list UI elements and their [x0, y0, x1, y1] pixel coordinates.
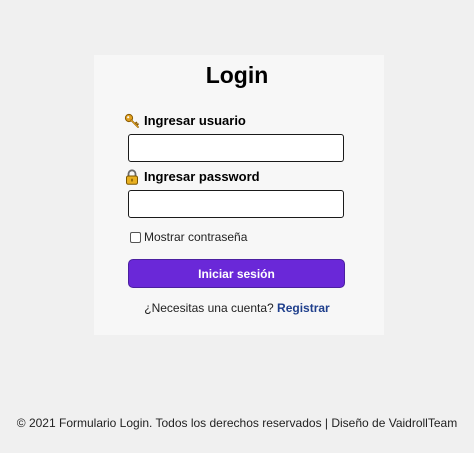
show-password-label: Mostrar contraseña — [144, 230, 248, 244]
username-label-text: Ingresar usuario — [144, 113, 246, 128]
register-row: ¿Necesitas una cuenta? Registrar — [0, 300, 474, 316]
login-button[interactable]: Iniciar sesión — [128, 259, 345, 288]
username-label: Ingresar usuario — [124, 112, 246, 130]
password-label: Ingresar password — [124, 168, 260, 186]
page-title: Login — [205, 62, 269, 88]
show-password-checkbox[interactable] — [130, 231, 141, 243]
lock-icon — [124, 169, 140, 185]
register-prompt: ¿Necesitas una cuenta? — [144, 301, 274, 315]
register-link[interactable]: Registrar — [277, 301, 330, 315]
footer-text: © 2021 Formulario Login. Todos los derec… — [16, 416, 458, 430]
key-icon — [124, 113, 140, 129]
password-label-text: Ingresar password — [144, 169, 260, 184]
password-input[interactable] — [128, 190, 344, 218]
show-password-row[interactable]: Mostrar contraseña — [130, 230, 247, 244]
username-input[interactable] — [128, 134, 344, 162]
